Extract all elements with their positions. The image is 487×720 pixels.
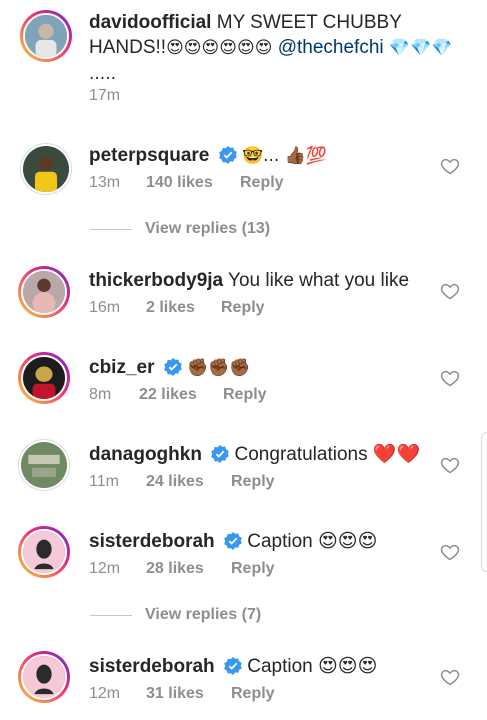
like-heart-icon[interactable] [440, 368, 460, 388]
comment-meta: 16m 2 likes Reply [89, 299, 265, 317]
comment-text: sisterdeborah Caption 😍😍😍 [89, 529, 377, 554]
comment-text: cbiz_er ✊🏾✊🏾✊🏾 [89, 355, 251, 381]
comment-text: peterpsquare 🤓... 👍🏾💯 [89, 143, 327, 169]
view-replies-button[interactable]: View replies (13) [90, 220, 270, 238]
reply-button[interactable]: Reply [221, 299, 265, 317]
comment-time: 12m [89, 685, 121, 702]
comment-body: 🤓... 👍🏾💯 [241, 146, 328, 166]
verified-badge-icon [224, 532, 242, 550]
comment-meta: 8m 22 likes Reply [89, 386, 267, 404]
caption-emojis: 😍😍😍😍😍😍 [166, 38, 273, 58]
comment-text: thickerbody9ja You like what you like [89, 268, 409, 293]
caption-mention[interactable]: @thechefchi [278, 37, 384, 58]
comment-time: 13m [89, 174, 121, 191]
comment-likes[interactable]: 2 likes [146, 299, 221, 317]
comment-avatar[interactable] [18, 651, 70, 703]
comment-body: Caption 😍😍😍 [247, 656, 378, 677]
divider [90, 228, 132, 230]
like-heart-icon[interactable] [440, 455, 460, 475]
view-replies-label: View replies (7) [145, 606, 262, 623]
comment-likes[interactable]: 24 likes [146, 473, 231, 491]
comment-body: ✊🏾✊🏾✊🏾 [187, 358, 251, 378]
comment-avatar[interactable] [18, 439, 70, 491]
caption-author-avatar[interactable] [20, 10, 72, 62]
reply-button[interactable]: Reply [231, 685, 275, 703]
verified-badge-icon [163, 358, 182, 376]
verified-badge-icon [211, 445, 230, 463]
comment-username[interactable]: peterpsquare [89, 145, 209, 166]
comment-username[interactable]: sisterdeborah [89, 656, 215, 677]
comment-likes[interactable]: 28 likes [146, 560, 231, 578]
verified-badge-icon [224, 657, 242, 675]
comment-avatar[interactable] [18, 266, 70, 318]
like-heart-icon[interactable] [440, 667, 460, 687]
like-heart-icon[interactable] [440, 281, 460, 301]
caption-meta: 17m [89, 87, 120, 105]
comment-time: 11m [89, 473, 119, 490]
comment-avatar[interactable] [20, 143, 72, 195]
comment-meta: 12m 28 likes Reply [89, 560, 275, 578]
caption-username[interactable]: davidoofficial [89, 12, 211, 33]
divider [90, 614, 132, 616]
scroll-edge-indicator[interactable] [481, 432, 487, 572]
comment-username[interactable]: sisterdeborah [89, 531, 215, 552]
comment-likes[interactable]: 31 likes [146, 685, 231, 703]
comment-likes[interactable]: 140 likes [146, 174, 240, 192]
reply-button[interactable]: Reply [231, 560, 275, 578]
view-replies-button[interactable]: View replies (7) [90, 606, 261, 624]
caption-text: davidoofficial MY SWEET CHUBBY HANDS!!😍😍… [89, 10, 459, 87]
comment-meta: 11m 24 likes Reply [89, 473, 275, 491]
caption-time: 17m [89, 87, 121, 104]
verified-badge-icon [218, 146, 237, 164]
comment-body: Caption 😍😍😍 [247, 531, 378, 552]
comment-username[interactable]: danagoghkn [89, 444, 202, 465]
comment-time: 12m [89, 560, 121, 577]
comment-username[interactable]: thickerbody9ja [89, 270, 223, 291]
comment-likes[interactable]: 22 likes [139, 386, 223, 404]
post-caption: davidoofficial MY SWEET CHUBBY HANDS!!😍😍… [0, 0, 487, 118]
reply-button[interactable]: Reply [223, 386, 267, 404]
comment-body: Congratulations ❤️❤️ [234, 444, 421, 465]
comment-meta: 12m 31 likes Reply [89, 685, 275, 703]
comment-meta: 13m 140 likes Reply [89, 174, 284, 192]
comment-text: danagoghkn Congratulations ❤️❤️ [89, 442, 420, 467]
like-heart-icon[interactable] [440, 542, 460, 562]
comment-body: You like what you like [228, 270, 410, 291]
like-heart-icon[interactable] [440, 156, 460, 176]
comment-text: sisterdeborah Caption 😍😍😍 [89, 654, 377, 679]
view-replies-label: View replies (13) [145, 220, 271, 237]
comment-avatar[interactable] [18, 352, 70, 404]
comment-username[interactable]: cbiz_er [89, 357, 154, 378]
comment-time: 8m [89, 386, 112, 403]
comment-time: 16m [89, 299, 121, 316]
reply-button[interactable]: Reply [231, 473, 275, 491]
reply-button[interactable]: Reply [240, 174, 284, 192]
comment-avatar[interactable] [18, 526, 70, 578]
